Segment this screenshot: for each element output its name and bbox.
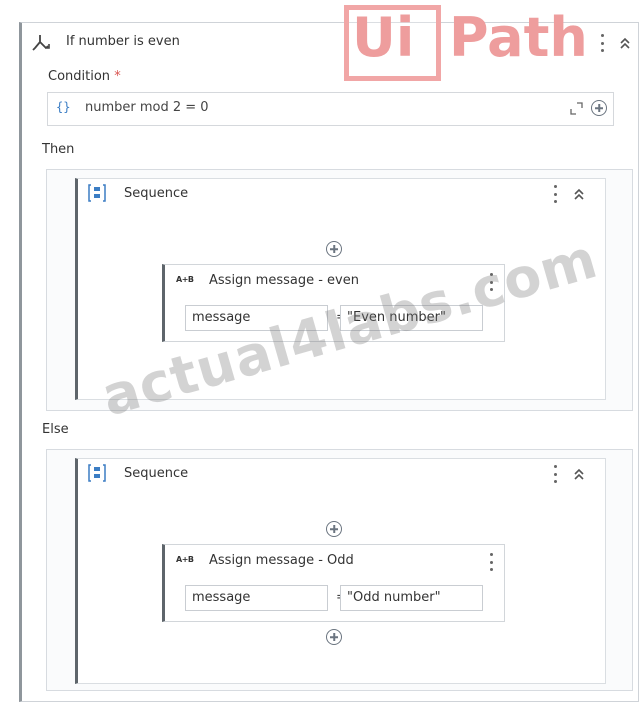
add-circle-icon[interactable]: [326, 521, 342, 537]
assign-title: Assign message - Odd: [209, 553, 354, 568]
if-branch-icon: [32, 35, 50, 51]
required-mark: *: [114, 69, 121, 84]
sequence-title: Sequence: [124, 186, 189, 201]
sequence-header[interactable]: Sequence: [78, 459, 605, 487]
condition-label-text: Condition: [48, 69, 111, 84]
sequence-icon: [88, 464, 106, 482]
condition-label: Condition *: [48, 69, 121, 84]
then-sequence[interactable]: Sequence A+B Assign message - even messa…: [75, 178, 606, 400]
kebab-menu-icon[interactable]: [487, 273, 495, 291]
uipath-logo-path: Path: [449, 6, 588, 69]
condition-value[interactable]: number mod 2 = 0: [85, 100, 209, 115]
assign-title: Assign message - even: [209, 273, 359, 288]
chevron-double-up-icon[interactable]: [572, 467, 586, 481]
chevron-double-up-icon[interactable]: [618, 36, 632, 50]
kebab-menu-icon[interactable]: [551, 185, 559, 203]
else-label: Else: [42, 422, 69, 437]
add-circle-icon[interactable]: [326, 629, 342, 645]
sequence-header[interactable]: Sequence: [78, 179, 605, 207]
expand-icon[interactable]: [570, 102, 583, 115]
kebab-menu-icon[interactable]: [487, 553, 495, 571]
else-branch: Sequence A+B Assign message - Odd messag…: [46, 449, 633, 691]
add-circle-icon[interactable]: [591, 100, 607, 116]
then-branch: Sequence A+B Assign message - even messa…: [46, 169, 633, 411]
assign-icon: A+B: [176, 555, 194, 564]
uipath-logo-ui: Ui: [352, 6, 415, 69]
add-circle-icon[interactable]: [326, 241, 342, 257]
kebab-menu-icon[interactable]: [598, 34, 606, 52]
expression-braces-icon: {}: [56, 100, 71, 114]
assign-value-field[interactable]: "Odd number": [340, 585, 483, 611]
sequence-icon: [88, 184, 106, 202]
assign-to-field[interactable]: message: [185, 585, 328, 611]
chevron-double-up-icon[interactable]: [572, 187, 586, 201]
assign-to-field[interactable]: message: [185, 305, 328, 331]
assign-activity-odd[interactable]: A+B Assign message - Odd message = "Odd …: [162, 544, 505, 622]
if-activity-title: If number is even: [66, 34, 180, 49]
assign-value-field[interactable]: "Even number": [340, 305, 483, 331]
else-sequence[interactable]: Sequence A+B Assign message - Odd messag…: [75, 458, 606, 684]
condition-field[interactable]: {} number mod 2 = 0: [47, 92, 614, 126]
assign-icon: A+B: [176, 275, 194, 284]
then-label: Then: [42, 142, 75, 157]
sequence-title: Sequence: [124, 466, 189, 481]
if-activity[interactable]: If number is even Condition * {} number …: [19, 22, 639, 702]
assign-activity-even[interactable]: A+B Assign message - even message = "Eve…: [162, 264, 505, 342]
kebab-menu-icon[interactable]: [551, 465, 559, 483]
